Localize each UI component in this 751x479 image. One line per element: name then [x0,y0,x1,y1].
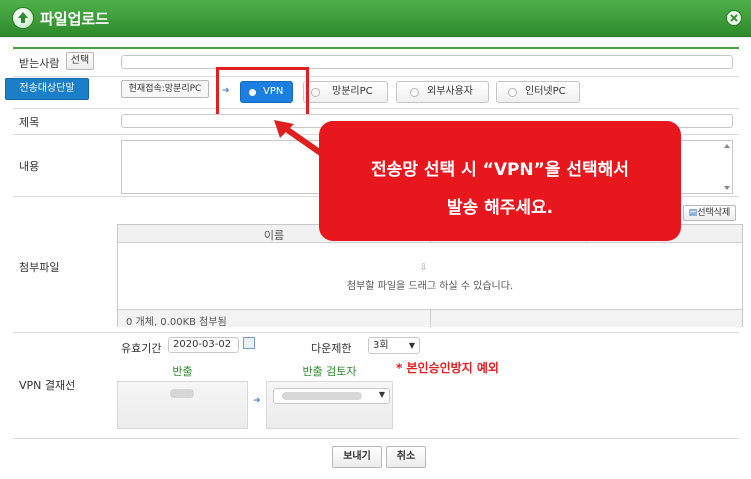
attachment-summary: 0 개체, 0.00KB 첨부됨 [126,317,227,328]
callout-line-1: 전송망 선택 시 “VPN”을 선택해서 [371,160,629,180]
attachment-footer: 0 개체, 0.00KB 첨부됨 [118,309,742,328]
current-connection-box: 현재접속:망분리PC [121,80,209,98]
callout-line-2: 발송 해주세요. [446,198,554,218]
delete-icon: ▤ [688,208,698,218]
column-divider [430,310,431,327]
approval-label: VPN 결재선 [19,379,76,392]
validity-date-input[interactable]: 2020-03-02 [168,337,239,353]
approval-note: * 본인승인방지 예외 [396,361,499,375]
upload-logo-icon [12,7,34,29]
scroll-up-icon[interactable] [724,144,730,148]
arrow-icon: ➜ [253,396,261,406]
title-bar: 파일업로드 [0,0,751,37]
window-title: 파일업로드 [40,10,110,28]
blurred-name [170,389,194,398]
subject-label: 제목 [19,116,40,129]
cancel-button[interactable]: 취소 [386,446,426,468]
drop-hint: 첨부할 파일을 드래그 하실 수 있습니다. [346,281,514,292]
send-button[interactable]: 보내기 [332,446,382,468]
target-terminal-button[interactable]: 전송대상단말 [5,78,89,100]
recipient-select-button[interactable]: 선택 [66,52,94,70]
reviewer-box: ▼ [266,381,393,429]
reviewer-column-header: 반출 검토자 [302,365,357,378]
network-option-internet-pc[interactable]: 인터넷PC [496,81,580,103]
network-option-isolated-pc[interactable]: 망분리PC [303,81,388,103]
radio-icon [311,88,320,97]
download-limit-label: 다운제한 [311,342,352,355]
blurred-name [282,392,362,400]
radio-icon [508,88,517,97]
radio-icon [410,88,419,97]
vpn-highlight-box [216,67,309,121]
drag-icon: ⇩ [420,263,428,273]
chevron-down-icon: ▼ [408,341,415,350]
network-option-external-user[interactable]: 외부사용자 [396,81,489,103]
validity-label: 유효기간 [121,342,162,355]
delete-selected-button[interactable]: ▤선택삭제 [683,205,736,221]
instruction-callout: 전송망 선택 시 “VPN”을 선택해서 발송 해주세요. [319,121,681,241]
calendar-icon[interactable] [243,337,255,349]
content-label: 내용 [19,160,40,173]
download-limit-select[interactable]: 3회 ▼ [368,337,420,354]
export-approver-box [117,381,248,429]
chevron-down-icon: ▼ [378,390,385,399]
close-icon[interactable] [726,10,742,26]
attachment-label: 첨부파일 [19,261,60,274]
export-column-header: 반출 [172,365,193,378]
recipient-input[interactable] [121,55,733,69]
recipient-label: 받는사람 [19,57,60,70]
reviewer-select[interactable]: ▼ [273,388,390,404]
scroll-down-icon[interactable] [724,186,730,190]
